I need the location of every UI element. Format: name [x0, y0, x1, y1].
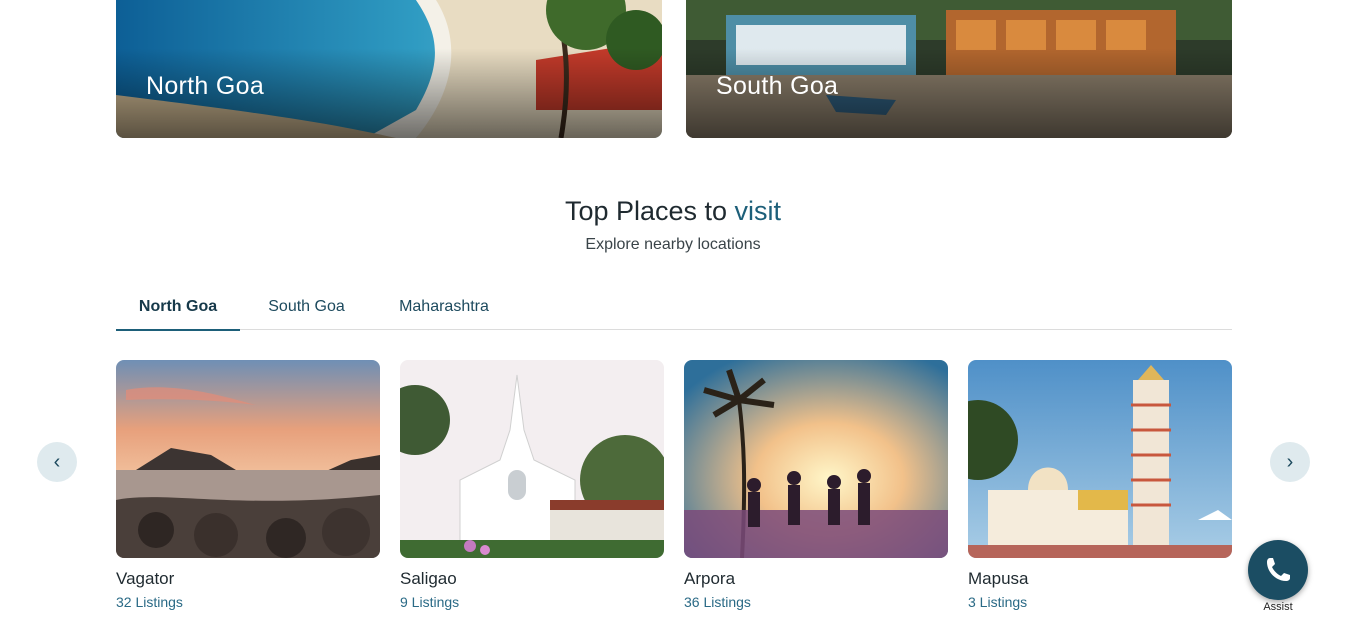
place-name: Saligao — [400, 569, 457, 588]
place-image[interactable] — [684, 360, 948, 558]
section-subtitle: Explore nearby locations — [585, 236, 761, 253]
region-card-north-goa[interactable]: North Goa — [116, 0, 662, 138]
place-card-saligao[interactable]: Saligao 9 Listings — [400, 360, 664, 610]
place-name: Vagator — [116, 569, 175, 588]
white-church-photo — [400, 360, 664, 558]
assist-button[interactable] — [1248, 540, 1308, 600]
place-listings-count: 9 Listings — [400, 594, 460, 610]
assist-label: Assist — [1263, 601, 1293, 613]
section-title-main: Top Places to — [564, 196, 735, 226]
place-name: Arpora — [684, 569, 736, 588]
place-name: Mapusa — [968, 569, 1029, 588]
section-title-accent: visit — [734, 196, 782, 226]
tab-maharashtra[interactable]: Maharashtra — [392, 286, 496, 329]
banner-shade — [116, 0, 662, 138]
place-image[interactable] — [400, 360, 664, 558]
place-listings-count: 36 Listings — [684, 594, 751, 610]
region-card-south-goa[interactable]: South Goa — [686, 0, 1232, 138]
region-label: North Goa — [146, 72, 265, 100]
temple-tower-photo — [968, 360, 1232, 558]
party-palm-sunset-photo — [684, 360, 948, 558]
place-image[interactable] — [968, 360, 1232, 558]
place-card-mapusa[interactable]: Mapusa 3 Listings — [968, 360, 1232, 610]
place-image[interactable] — [116, 360, 380, 558]
region-tabs: North Goa South Goa Maharashtra — [116, 286, 1232, 331]
place-listings-count: 32 Listings — [116, 594, 183, 610]
tab-north-goa[interactable]: North Goa — [116, 286, 240, 331]
banner-shade — [686, 0, 1232, 138]
region-label: South Goa — [716, 72, 839, 100]
phone-icon — [1267, 558, 1290, 581]
carousel-next-button[interactable]: › — [1270, 442, 1310, 482]
chevron-left-icon: ‹ — [53, 451, 61, 473]
place-card-vagator[interactable]: Vagator 32 Listings — [116, 360, 380, 610]
rocky-shore-sunset-photo — [116, 360, 380, 558]
chevron-right-icon: › — [1286, 451, 1294, 473]
section-title: Top Places to visit — [0, 196, 1346, 227]
tab-south-goa[interactable]: South Goa — [264, 286, 349, 329]
place-listings-count: 3 Listings — [968, 594, 1028, 610]
place-card-arpora[interactable]: Arpora 36 Listings — [684, 360, 948, 610]
carousel-prev-button[interactable]: ‹ — [37, 442, 77, 482]
